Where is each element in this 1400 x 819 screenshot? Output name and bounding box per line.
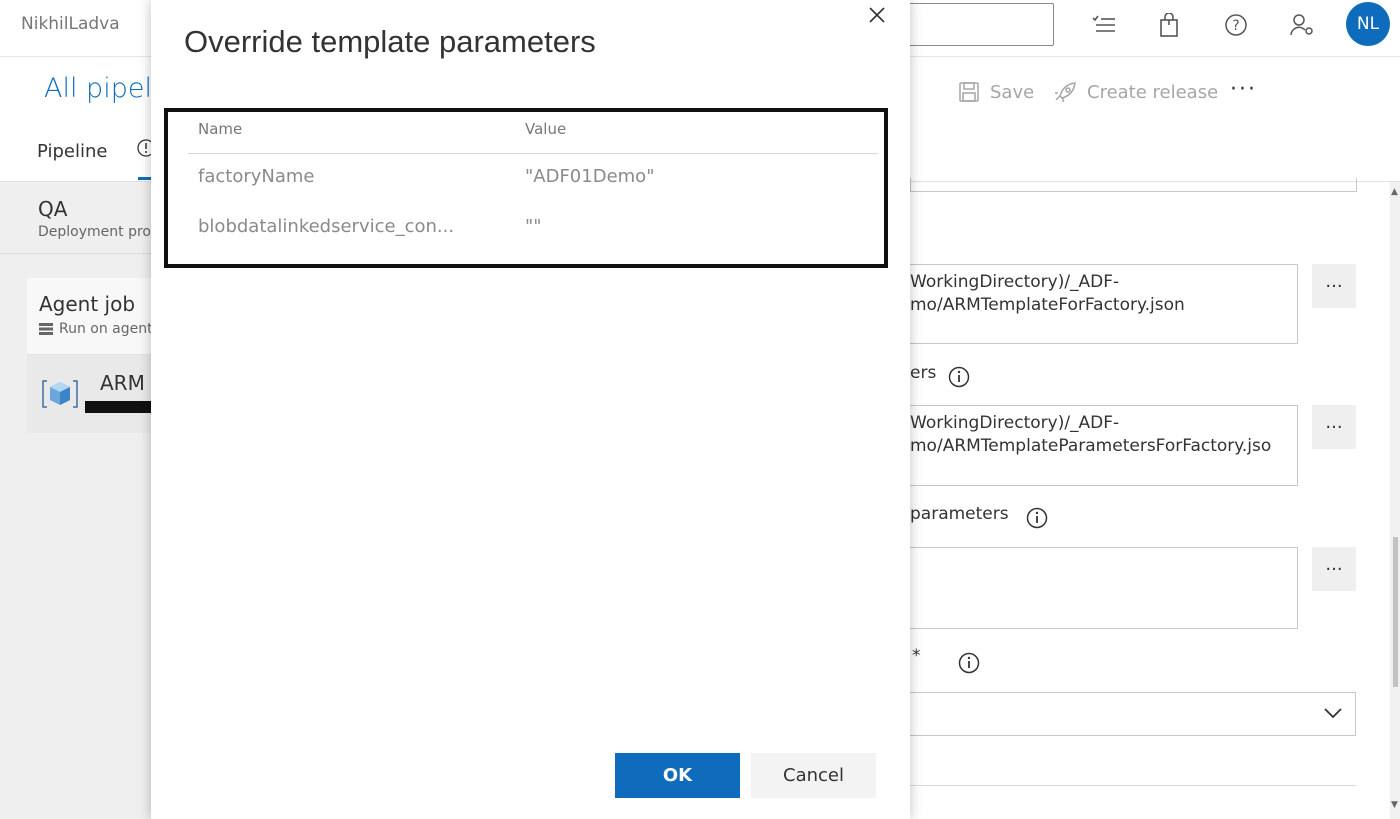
server-icon (39, 323, 53, 335)
divider (910, 785, 1356, 786)
table-row[interactable]: factoryName "ADF01Demo" (188, 156, 878, 200)
template-parameters-field[interactable]: WorkingDirectory)/_ADF- mo/ARMTemplatePa… (910, 405, 1298, 486)
more-actions-button[interactable]: ··· (1230, 77, 1257, 102)
task-settings-panel: WorkingDirectory)/_ADF- mo/ARMTemplateFo… (910, 178, 1400, 819)
agent-job-title: Agent job (39, 292, 136, 316)
close-button[interactable] (863, 1, 891, 29)
shopping-bag-icon[interactable] (1152, 8, 1186, 42)
grid-header: Name Value (188, 116, 878, 154)
scroll-down-icon[interactable]: ▼ (1391, 800, 1398, 810)
save-icon (959, 82, 979, 102)
active-tab-indicator (138, 177, 152, 180)
tab-pipeline[interactable]: Pipeline (37, 141, 107, 162)
parameter-value[interactable]: "ADF01Demo" (525, 166, 654, 187)
parameter-value[interactable]: "" (525, 216, 542, 237)
save-button[interactable]: Save (958, 81, 1034, 103)
parameter-name: factoryName (198, 166, 315, 187)
parameters-grid: Name Value factoryName "ADF01Demo" blobd… (164, 108, 888, 268)
required-marker: * (912, 646, 921, 666)
override-parameters-dialog: Override template parameters Name Value … (151, 0, 910, 819)
agent-job-subtitle: Run on agent (39, 321, 153, 337)
arm-cube-icon (41, 377, 79, 415)
template-path-line1: WorkingDirectory)/_ADF- (910, 272, 1120, 292)
stage-panel: QA Deployment proc Agent job Run on agen… (0, 182, 159, 819)
page-title[interactable]: All pipeli (44, 73, 159, 104)
scroll-up-icon[interactable]: ▲ (1391, 187, 1398, 197)
dialog-title: Override template parameters (184, 24, 596, 59)
divider (0, 253, 152, 254)
user-settings-icon[interactable] (1286, 8, 1320, 42)
template-parameters-label: ers (910, 363, 937, 383)
template-path-field[interactable]: WorkingDirectory)/_ADF- mo/ARMTemplateFo… (910, 264, 1298, 344)
agent-job-subtitle-text: Run on agent (59, 321, 153, 337)
previous-field[interactable] (910, 178, 1357, 192)
rocket-icon (1055, 82, 1076, 102)
edit-override-button[interactable]: ··· (1312, 547, 1356, 591)
help-icon[interactable]: ? (1219, 8, 1253, 42)
deployment-mode-select[interactable] (910, 692, 1356, 736)
stage-subtitle: Deployment proc (38, 224, 159, 240)
svg-text:?: ? (1232, 18, 1239, 34)
stage-name[interactable]: QA (38, 197, 67, 221)
info-icon[interactable] (1026, 507, 1048, 533)
scrollbar-thumb[interactable] (1393, 537, 1398, 687)
cancel-button[interactable]: Cancel (751, 753, 876, 798)
arm-task-name: ARM (100, 371, 145, 395)
search-input[interactable] (890, 3, 1054, 46)
column-header-name: Name (198, 120, 243, 138)
info-icon[interactable] (948, 366, 970, 392)
redacted-text (85, 401, 153, 413)
browse-template-button[interactable]: ··· (1312, 264, 1356, 308)
avatar[interactable]: NL (1346, 2, 1390, 46)
params-path-line1: WorkingDirectory)/_ADF- (910, 413, 1120, 433)
params-path-line2: mo/ARMTemplateParametersForFactory.jso (910, 436, 1272, 456)
template-path-line2: mo/ARMTemplateForFactory.json (910, 295, 1185, 315)
override-parameters-field[interactable] (910, 547, 1298, 629)
ok-button[interactable]: OK (615, 753, 740, 798)
parameter-name: blobdatalinkedservice_con... (198, 216, 455, 237)
agent-job-card[interactable]: Agent job Run on agent (27, 278, 153, 355)
create-release-button[interactable]: Create release (1053, 81, 1218, 103)
override-parameters-label: parameters (910, 504, 1009, 524)
org-breadcrumb[interactable]: NikhilLadva (21, 14, 120, 34)
browse-parameters-button[interactable]: ··· (1312, 405, 1356, 449)
save-label: Save (990, 81, 1035, 103)
arm-task-card[interactable]: ARM (27, 355, 153, 433)
create-release-label: Create release (1087, 81, 1219, 103)
table-row[interactable]: blobdatalinkedservice_con... "" (188, 206, 878, 250)
chevron-down-icon[interactable] (1323, 704, 1343, 723)
scrollbar[interactable] (1390, 182, 1400, 819)
checklist-icon[interactable] (1087, 8, 1121, 42)
info-icon[interactable] (958, 652, 980, 678)
close-icon (869, 7, 885, 23)
column-header-value: Value (525, 120, 567, 138)
